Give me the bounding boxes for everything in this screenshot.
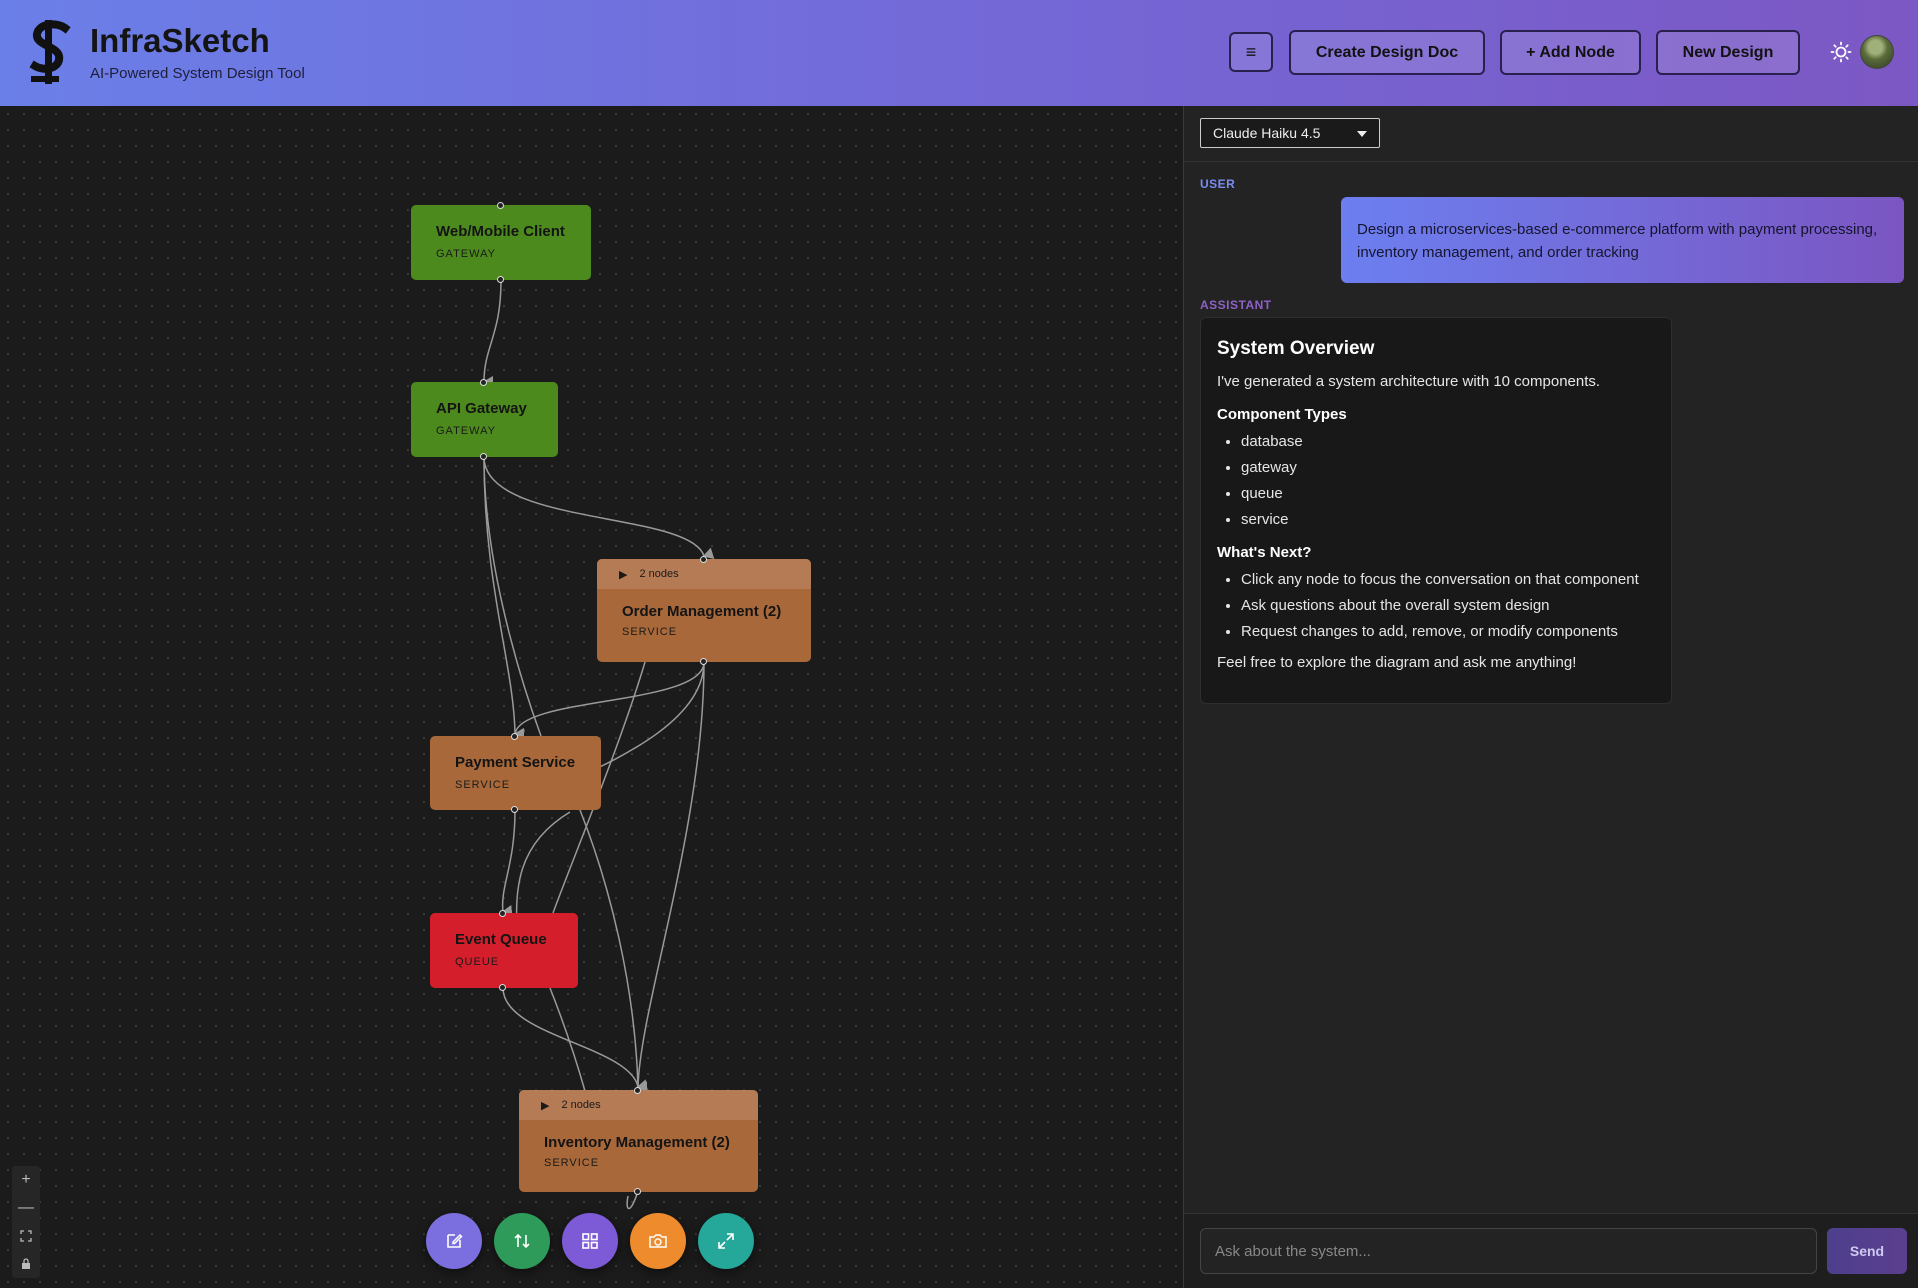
expand-button[interactable] (698, 1213, 754, 1269)
node-label: API Gateway (436, 400, 527, 417)
assistant-role-label: ASSISTANT (1200, 298, 1272, 312)
node-label: Payment Service (455, 754, 576, 771)
whats-next-list: Click any node to focus the conversation… (1241, 571, 1655, 640)
node-handle[interactable] (700, 556, 707, 563)
sun-icon[interactable] (1830, 41, 1852, 63)
edit-button[interactable] (426, 1213, 482, 1269)
node-type: SERVICE (455, 779, 511, 791)
edge-payment-inventory (579, 809, 639, 1088)
node-type: QUEUE (455, 956, 500, 968)
model-select-value: Claude Haiku 4.5 (1213, 125, 1321, 141)
response-closing: Feel free to explore the diagram and ask… (1217, 654, 1577, 671)
user-role-label: USER (1200, 177, 1236, 191)
group-count: 2 nodes (561, 1099, 601, 1111)
edge-api-order (483, 456, 715, 560)
node-type: GATEWAY (436, 425, 496, 437)
node-label: Event Queue (455, 931, 547, 948)
node-event-queue[interactable]: Event Queue QUEUE (430, 913, 578, 988)
node-handle[interactable] (480, 379, 487, 386)
zoom-out-button[interactable]: — (12, 1194, 40, 1222)
list-item: Request changes to add, remove, or modif… (1241, 623, 1655, 640)
node-handle[interactable] (511, 733, 518, 740)
node-type: SERVICE (544, 1157, 600, 1169)
list-item: Ask questions about the overall system d… (1241, 597, 1655, 614)
node-type: GATEWAY (436, 248, 496, 260)
lock-icon (22, 1258, 30, 1269)
node-type: SERVICE (622, 626, 678, 638)
add-node-button[interactable]: + Add Node (1500, 30, 1641, 75)
sort-button[interactable] (494, 1213, 550, 1269)
sort-icon (514, 1233, 530, 1249)
chevron-down-icon (1357, 131, 1367, 137)
node-label: Web/Mobile Client (436, 223, 565, 240)
edge-queue-inventory (502, 987, 648, 1092)
node-handle[interactable] (700, 658, 707, 665)
node-label: Order Management (2) (622, 603, 782, 620)
assistant-message: System Overview I've generated a system … (1200, 317, 1672, 704)
node-web-mobile-client[interactable]: Web/Mobile Client GATEWAY (411, 205, 591, 280)
expand-triangle-icon[interactable]: ▶ (541, 1099, 549, 1112)
list-item: Click any node to focus the conversation… (1241, 571, 1655, 588)
node-handle[interactable] (634, 1188, 641, 1195)
user-avatar[interactable] (1860, 35, 1894, 69)
grid-button[interactable] (562, 1213, 618, 1269)
component-types-list: database gateway queue service (1241, 433, 1655, 528)
app-header: InfraSketch AI-Powered System Design Too… (0, 0, 1918, 106)
model-select[interactable]: Claude Haiku 4.5 (1200, 118, 1380, 148)
chat-input-bar: Send (1184, 1213, 1918, 1288)
menu-button[interactable]: ≡ (1229, 32, 1273, 72)
zoom-in-button[interactable]: + (12, 1166, 40, 1194)
node-handle[interactable] (499, 984, 506, 991)
list-item: queue (1241, 485, 1655, 502)
group-header[interactable]: ▶ 2 nodes (597, 559, 811, 589)
node-handle[interactable] (499, 910, 506, 917)
node-handle[interactable] (480, 453, 487, 460)
expand-triangle-icon[interactable]: ▶ (619, 568, 627, 581)
user-message: Design a microservices-based e-commerce … (1341, 197, 1904, 283)
node-handle[interactable] (497, 202, 504, 209)
hamburger-icon: ≡ (1245, 41, 1257, 62)
node-payment-service[interactable]: Payment Service SERVICE (430, 736, 601, 810)
fit-view-icon (20, 1230, 32, 1242)
node-api-gateway[interactable]: API Gateway GATEWAY (411, 382, 558, 457)
infrasketch-logo (29, 20, 71, 84)
model-bar: Claude Haiku 4.5 (1184, 106, 1918, 162)
chat-input[interactable] (1200, 1228, 1817, 1274)
node-group-inventory-management[interactable]: ▶ 2 nodes Inventory Management (2) SERVI… (519, 1090, 758, 1192)
whats-next-heading: What's Next? (1217, 544, 1312, 561)
send-button[interactable]: Send (1827, 1228, 1907, 1274)
edit-icon (447, 1233, 463, 1248)
response-intro: I've generated a system architecture wit… (1217, 373, 1601, 390)
node-group-order-management[interactable]: ▶ 2 nodes Order Management (2) SERVICE (597, 559, 811, 662)
diagram-canvas[interactable]: Web/Mobile Client GATEWAY API Gateway GA… (0, 106, 1183, 1288)
app-subtitle: AI-Powered System Design Tool (90, 65, 305, 82)
edge-order-payment (513, 661, 705, 742)
node-handle[interactable] (511, 806, 518, 813)
lock-button[interactable] (12, 1250, 40, 1278)
create-design-doc-button[interactable]: Create Design Doc (1289, 30, 1485, 75)
node-handle[interactable] (634, 1087, 641, 1094)
component-types-heading: Component Types (1217, 406, 1347, 423)
group-header[interactable]: ▶ 2 nodes (519, 1090, 758, 1120)
list-item: database (1241, 433, 1655, 450)
new-design-button[interactable]: New Design (1656, 30, 1800, 75)
node-handle[interactable] (497, 276, 504, 283)
list-item: gateway (1241, 459, 1655, 476)
camera-icon (649, 1234, 667, 1248)
expand-icon (718, 1233, 734, 1249)
grid-icon (582, 1233, 598, 1249)
camera-button[interactable] (630, 1213, 686, 1269)
edge-order-inventory (636, 661, 705, 1094)
edge-payment-queue (501, 809, 516, 917)
fit-view-button[interactable] (12, 1222, 40, 1250)
node-label: Inventory Management (2) (544, 1134, 730, 1151)
edge-web-api (482, 279, 502, 389)
chat-panel: Claude Haiku 4.5 USER Design a microserv… (1184, 106, 1918, 1288)
response-heading: System Overview (1217, 338, 1375, 359)
app-title: InfraSketch (90, 22, 270, 59)
edge-api-payment (483, 456, 525, 740)
zoom-controls: + — (12, 1166, 40, 1278)
list-item: service (1241, 511, 1655, 528)
group-count: 2 nodes (639, 568, 679, 580)
